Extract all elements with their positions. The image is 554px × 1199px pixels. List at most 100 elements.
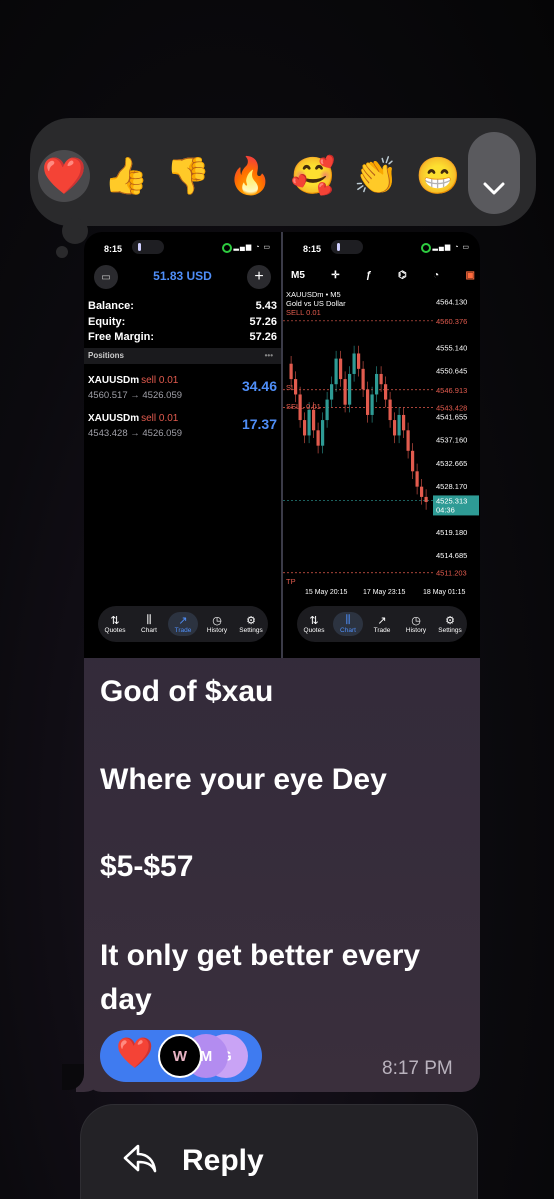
chart-screen: 8:15 ▂▄▆ ◔ ▭ M5 ✛ ƒ ⌬ ◔ ▣ XAUUSDm • M5 G…: [283, 232, 480, 658]
candle: [384, 384, 388, 400]
smiling-hearts-icon: 🥰: [290, 155, 336, 196]
balance-label: Balance:: [88, 300, 134, 312]
equity-value: 57.26: [249, 316, 277, 328]
equity-label: Equity:: [88, 316, 126, 328]
free-margin-row: Free Margin: 57.26: [88, 331, 277, 343]
tab-history[interactable]: ◷ History: [202, 614, 232, 634]
tab-trade[interactable]: ↗ Trade: [168, 612, 198, 636]
candle: [303, 420, 307, 436]
tab-chart[interactable]: ⫼ Chart: [333, 612, 363, 636]
candle: [420, 486, 424, 497]
candle: [411, 450, 415, 472]
candles-icon: ⫼: [146, 614, 152, 626]
attached-screenshot[interactable]: 8:15 ▂▄▆ ◔ ▭ ▭ 51.83 USD + Balance: 5.43…: [84, 232, 480, 658]
heart-icon: ❤️: [41, 155, 87, 196]
chart-symbol-line: XAUUSDm • M5: [286, 290, 341, 299]
more-icon[interactable]: •••: [265, 348, 273, 364]
tp-line-label: TP: [286, 577, 296, 586]
price-tick-label: 4541.655: [436, 413, 467, 422]
tab-chart[interactable]: ⫼ Chart: [134, 614, 164, 634]
candle: [289, 363, 293, 380]
tab-trade[interactable]: ↗ Trade: [367, 614, 397, 634]
candle: [370, 394, 374, 415]
marked-price-label: 4546.913: [436, 386, 467, 395]
message-line: God of $xau: [100, 675, 274, 708]
candle: [388, 399, 392, 421]
crosshair-icon[interactable]: ✛: [331, 270, 339, 281]
tab-settings[interactable]: ⚙ Settings: [236, 614, 266, 634]
tab-quotes[interactable]: ⇅ Quotes: [299, 614, 329, 634]
thumbs-down-icon: 👎: [165, 155, 211, 196]
candles-icon: ⫼: [345, 614, 351, 626]
trade-icon[interactable]: ▣: [466, 270, 475, 281]
reaction-heart-button[interactable]: ❤️: [38, 150, 90, 202]
candle: [307, 409, 311, 436]
clock-icon[interactable]: ◔: [433, 270, 439, 281]
price-tick-label: 4564.130: [436, 298, 467, 307]
message-line: It only get better every day: [100, 939, 421, 1016]
grin-icon: 😁: [415, 155, 461, 196]
tab-label: Quotes: [303, 627, 325, 634]
candle: [406, 430, 410, 451]
candle: [393, 420, 397, 436]
bottom-tab-bar: ⇅ Quotes ⫼ Chart ↗ Trade ◷ History ⚙ Settings: [297, 606, 467, 642]
heart-icon: ❤️: [116, 1037, 154, 1070]
candle: [397, 414, 401, 436]
balance-value: 5.43: [255, 300, 277, 312]
chart-symbol-desc: Gold vs US Dollar: [286, 299, 346, 308]
message-line: $5-$57: [100, 850, 194, 883]
reaction-clap-button[interactable]: 👏: [350, 150, 402, 202]
signal-battery-icon: ▂▄▆ ◔ ▭: [233, 244, 271, 251]
position-profit: 34.46: [241, 378, 277, 394]
position-row[interactable]: XAUUSDm sell 0.01 4543.428 → 4526.059 17.…: [88, 408, 277, 439]
reaction-thumbs-down-button[interactable]: 👎: [162, 150, 214, 202]
reaction-fire-button[interactable]: 🔥: [224, 150, 276, 202]
indicators-icon[interactable]: ƒ: [366, 270, 372, 281]
current-price-label: 4525.313: [436, 496, 467, 505]
position-profit: 17.37: [241, 416, 277, 432]
positions-header: Positions •••: [84, 348, 281, 364]
time-tick-label: 18 May 01:15: [423, 589, 466, 596]
position-row[interactable]: XAUUSDm sell 0.01 4560.517 → 4526.059 34.…: [88, 370, 277, 401]
link-icon: [421, 243, 431, 253]
reply-label: Reply: [182, 1144, 264, 1177]
free-margin-label: Free Margin:: [88, 331, 155, 343]
price-tick-label: 4528.170: [436, 482, 467, 491]
new-order-button[interactable]: +: [247, 265, 271, 289]
tab-label: History: [206, 627, 228, 634]
marked-price-label: 4560.376: [436, 317, 467, 326]
tab-quotes[interactable]: ⇅ Quotes: [100, 614, 130, 634]
message-timestamp: 8:17 PM: [382, 1058, 453, 1079]
positions-label: Positions: [88, 351, 125, 360]
price-chart[interactable]: XAUUSDm • M5 Gold vs US Dollar SELL 0.01…: [283, 288, 480, 596]
chevron-down-icon: [483, 182, 505, 195]
reaction-thumbs-up-button[interactable]: 👍: [100, 150, 152, 202]
candle: [348, 373, 352, 405]
candle: [312, 409, 316, 431]
reactions-summary[interactable]: ❤️ G M W: [100, 1030, 262, 1082]
tab-label: Trade: [174, 627, 192, 634]
objects-icon[interactable]: ⌬: [398, 270, 407, 281]
candle: [334, 358, 338, 385]
more-reactions-button[interactable]: [468, 132, 520, 214]
timeframe-button[interactable]: M5: [291, 270, 305, 281]
thumbs-up-icon: 👍: [103, 155, 149, 196]
signal-battery-icon: ▂▄▆ ◔ ▭: [432, 244, 470, 251]
price-tick-label: 4532.665: [436, 459, 467, 468]
reaction-smiling-hearts-button[interactable]: 🥰: [287, 150, 339, 202]
price-tick-label: 4519.180: [436, 528, 467, 537]
candle: [339, 358, 343, 380]
tab-history[interactable]: ◷ History: [401, 614, 431, 634]
tab-label: Quotes: [104, 627, 126, 634]
reply-arrow-icon: [123, 1144, 157, 1173]
position-side: sell 0.01: [141, 413, 179, 424]
link-icon: [222, 243, 232, 253]
price-tick-label: 4514.685: [436, 551, 467, 560]
reaction-grin-button[interactable]: 😁: [412, 150, 464, 202]
tab-label: Chart: [340, 627, 356, 634]
balance-row: Balance: 5.43: [88, 300, 277, 312]
tab-settings[interactable]: ⚙ Settings: [435, 614, 465, 634]
candle: [375, 373, 379, 395]
candle: [352, 353, 356, 374]
tab-label: Settings: [438, 627, 462, 634]
